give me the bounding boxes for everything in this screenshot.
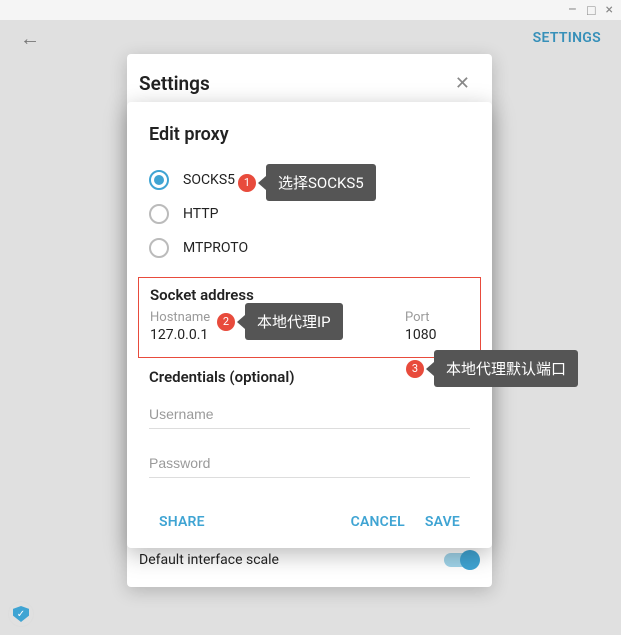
hostname-label: Hostname [150,310,379,325]
dialog-actions: SHARE CANCEL SAVE [149,498,470,538]
settings-title: Settings [139,72,210,95]
radio-socks5[interactable]: SOCKS5 [149,163,470,197]
radio-label: HTTP [183,206,218,222]
default-scale-label: Default interface scale [139,552,279,568]
window-titlebar: – □ × [0,0,621,20]
credentials-title: Credentials (optional) [149,368,470,386]
cancel-button[interactable]: CANCEL [341,506,415,538]
radio-label: MTPROTO [183,240,248,256]
share-button[interactable]: SHARE [149,506,215,538]
close-icon[interactable]: × [606,2,613,18]
hostname-field[interactable]: 127.0.0.1 [150,327,379,343]
maximize-icon[interactable]: □ [587,2,595,19]
port-label: Port [405,310,469,325]
shield-icon[interactable]: ✓ [8,601,34,627]
radio-mtproto[interactable]: MTPROTO [149,231,470,265]
radio-icon [149,170,169,190]
default-scale-toggle[interactable] [444,553,478,567]
username-field[interactable] [149,400,470,429]
minimize-icon[interactable]: – [568,2,577,18]
close-icon[interactable]: ✕ [455,73,470,94]
radio-http[interactable]: HTTP [149,197,470,231]
edit-proxy-dialog: Edit proxy SOCKS5 HTTP MTPROTO Socket ad… [127,102,492,548]
dialog-title: Edit proxy [149,124,470,145]
save-button[interactable]: SAVE [415,506,470,538]
radio-icon [149,204,169,224]
socket-address-title: Socket address [150,286,469,304]
password-field[interactable] [149,449,470,478]
socket-address-section: Socket address Hostname 127.0.0.1 Port 1… [138,277,481,358]
radio-label: SOCKS5 [183,172,235,188]
port-field[interactable]: 1080 [405,327,469,343]
radio-icon [149,238,169,258]
